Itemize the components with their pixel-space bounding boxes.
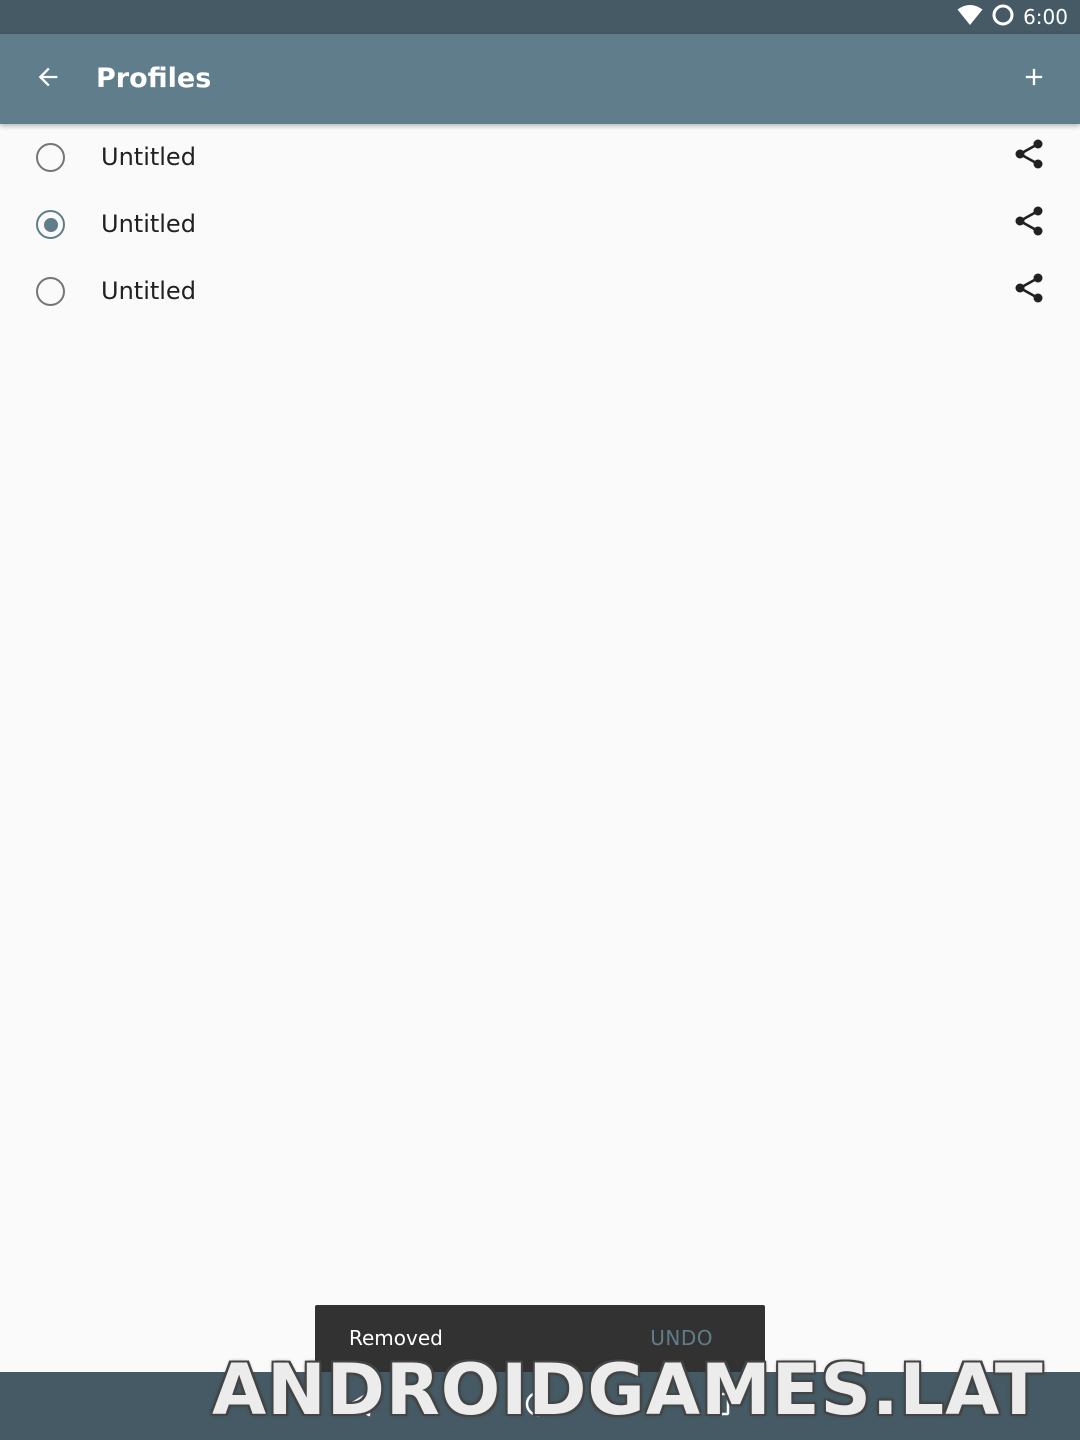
profile-row-3[interactable]: Untitled (0, 258, 1080, 325)
profile-label: Untitled (101, 143, 196, 171)
share-button-1[interactable] (1014, 138, 1044, 174)
back-button[interactable] (24, 55, 72, 103)
status-icons: 6:00 (957, 0, 1068, 34)
add-profile-button[interactable] (1010, 55, 1058, 103)
arrow-back-icon (34, 63, 62, 95)
profile-label: Untitled (101, 277, 196, 305)
profile-row-2[interactable]: Untitled (0, 191, 1080, 258)
wifi-icon (957, 4, 983, 30)
profile-radio-2[interactable] (36, 210, 65, 239)
share-icon (1014, 138, 1044, 174)
profile-label: Untitled (101, 210, 196, 238)
profile-radio-1[interactable] (36, 143, 65, 172)
status-time: 6:00 (1023, 5, 1068, 29)
page-title: Profiles (96, 63, 212, 94)
profiles-list: Untitled Untitled Untitled (0, 124, 1080, 325)
undo-button[interactable]: UNDO (650, 1326, 713, 1350)
share-icon (1014, 272, 1044, 308)
share-button-2[interactable] (1014, 205, 1044, 241)
profile-row-1[interactable]: Untitled (0, 124, 1080, 191)
share-icon (1014, 205, 1044, 241)
status-bar: 6:00 (0, 0, 1080, 34)
sync-icon (991, 3, 1015, 31)
profile-radio-3[interactable] (36, 277, 65, 306)
plus-icon (1020, 63, 1048, 95)
share-button-3[interactable] (1014, 272, 1044, 308)
snackbar-message: Removed (349, 1326, 443, 1350)
watermark: ANDROIDGAMES.LAT (212, 1349, 1044, 1431)
app-toolbar: Profiles (0, 34, 1080, 124)
